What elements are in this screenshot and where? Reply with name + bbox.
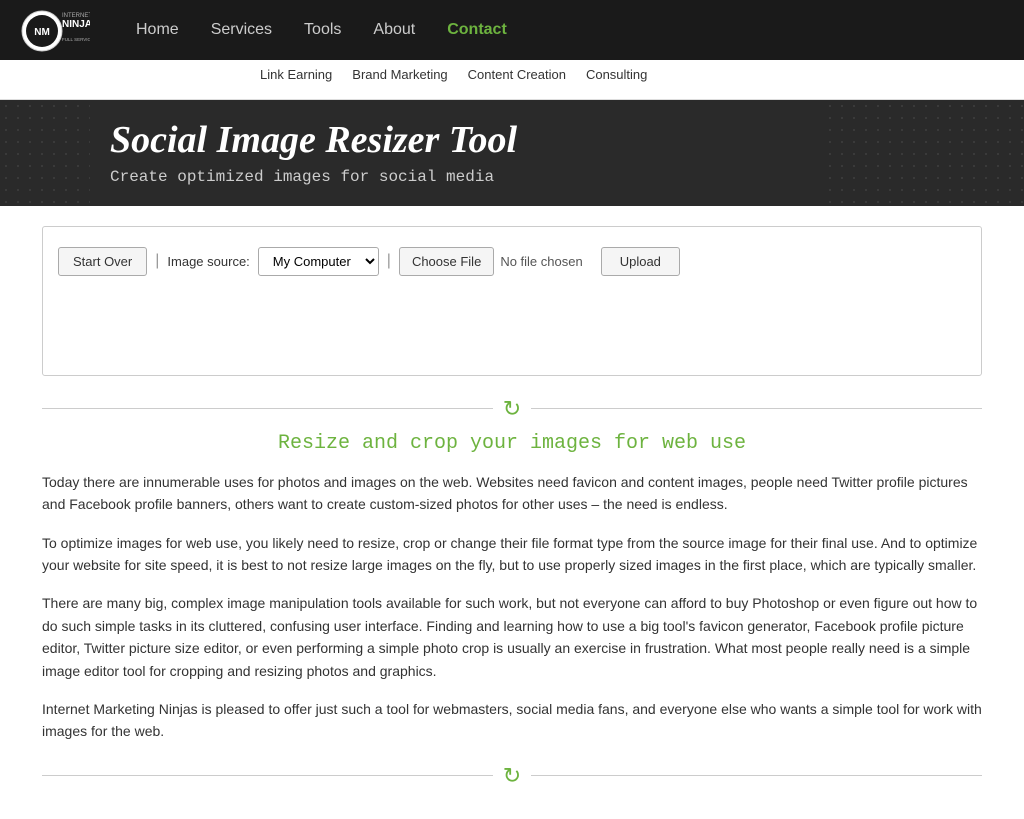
start-over-button[interactable]: Start Over (58, 247, 147, 276)
subnav-link-earning[interactable]: Link Earning (260, 67, 332, 82)
svg-text:NM: NM (34, 27, 50, 38)
separator-1: | (155, 252, 159, 270)
source-selector[interactable]: My Computer (258, 247, 379, 276)
logo[interactable]: NM INTERNET MARKETING NINJAS FULL SERVIC… (20, 3, 90, 58)
hero-section: Social Image Resizer Tool Create optimiz… (0, 100, 1024, 206)
page-subtitle: Create optimized images for social media (110, 168, 994, 186)
divider-line-left (42, 408, 493, 409)
paragraph-3: There are many big, complex image manipu… (42, 592, 982, 682)
divider-line-right-2 (531, 775, 982, 776)
divider-line-left-2 (42, 775, 493, 776)
divider-icon-2: ↻ (503, 763, 521, 789)
nav-contact[interactable]: Contact (431, 3, 523, 57)
subnav-content-creation[interactable]: Content Creation (468, 67, 566, 82)
no-file-label: No file chosen (500, 254, 582, 269)
svg-text:FULL SERVICE INTERNET MARKETIN: FULL SERVICE INTERNET MARKETING & TOOLS (62, 37, 90, 42)
separator-2: | (387, 252, 391, 270)
sub-navigation: Link Earning Brand Marketing Content Cre… (0, 60, 1024, 100)
section-heading: Resize and crop your images for web use (42, 432, 982, 455)
nav-tools[interactable]: Tools (288, 3, 357, 57)
choose-file-button[interactable]: Choose File (399, 247, 494, 276)
nav-services[interactable]: Services (195, 3, 288, 57)
page-title: Social Image Resizer Tool (110, 120, 994, 162)
nav-about[interactable]: About (357, 3, 431, 57)
main-navigation: Home Services Tools About Contact (120, 3, 1004, 57)
file-input-wrapper: Choose File No file chosen (399, 247, 583, 276)
svg-text:NINJAS: NINJAS (62, 19, 90, 30)
tool-bar: Start Over | Image source: My Computer |… (58, 247, 966, 276)
paragraph-2: To optimize images for web use, you like… (42, 532, 982, 577)
divider-line-right (531, 408, 982, 409)
divider-top: ↻ (42, 396, 982, 422)
top-navigation: NM INTERNET MARKETING NINJAS FULL SERVIC… (0, 0, 1024, 60)
subnav-consulting[interactable]: Consulting (586, 67, 647, 82)
divider-icon: ↻ (503, 396, 521, 422)
divider-bottom: ↻ (42, 763, 982, 789)
image-source-label: Image source: (167, 254, 249, 269)
nav-home[interactable]: Home (120, 3, 195, 57)
main-content: Start Over | Image source: My Computer |… (22, 206, 1002, 819)
paragraph-1: Today there are innumerable uses for pho… (42, 471, 982, 516)
subnav-brand-marketing[interactable]: Brand Marketing (352, 67, 447, 82)
paragraph-4: Internet Marketing Ninjas is pleased to … (42, 698, 982, 743)
upload-button[interactable]: Upload (601, 247, 680, 276)
tool-container: Start Over | Image source: My Computer |… (42, 226, 982, 376)
